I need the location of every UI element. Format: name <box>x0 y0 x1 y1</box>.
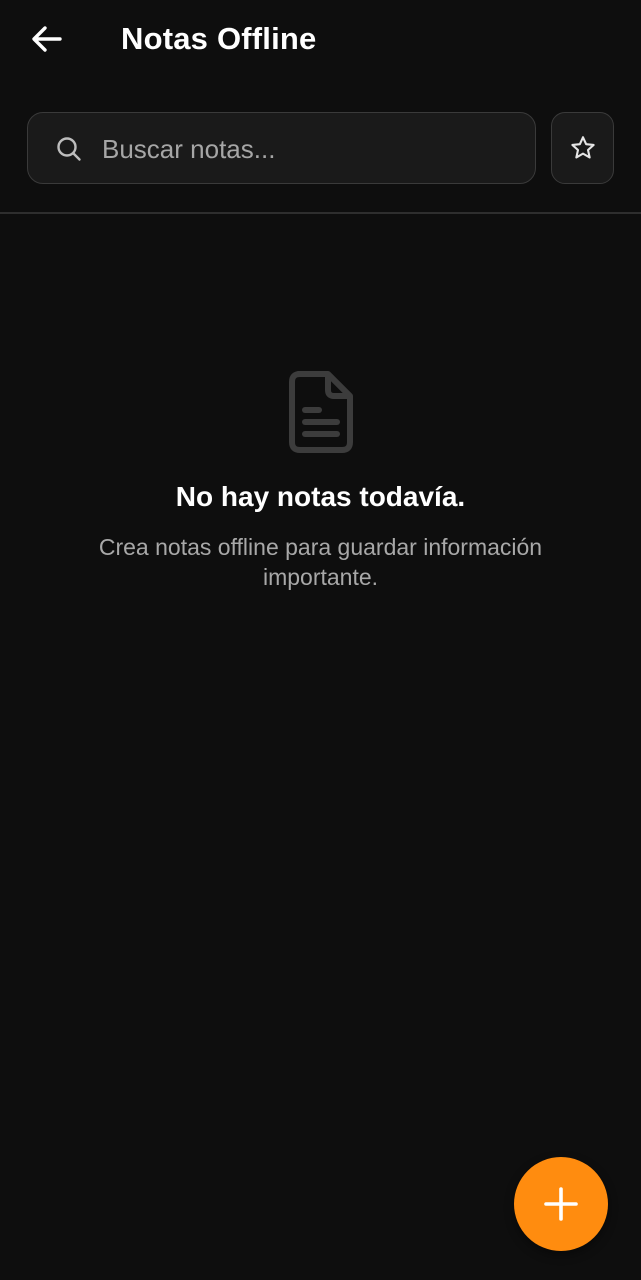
search-row <box>27 112 614 186</box>
search-box[interactable] <box>27 112 536 184</box>
search-input[interactable] <box>102 127 512 171</box>
empty-state-title: No hay notas todavía. <box>175 481 466 512</box>
plus-icon <box>544 1187 578 1221</box>
arrow-left-icon <box>32 26 62 52</box>
empty-state: No hay notas todavía. Crea notas offline… <box>0 370 641 592</box>
favorites-button[interactable] <box>551 112 614 184</box>
divider <box>0 212 641 214</box>
add-note-button[interactable] <box>514 1157 608 1251</box>
page-title: Notas Offline <box>121 21 317 56</box>
app-bar: Notas Offline <box>0 0 641 80</box>
document-icon <box>288 371 353 453</box>
notes-screen: Notas Offline No hay notas todavía. Crea… <box>0 0 641 1280</box>
back-button[interactable] <box>28 22 66 56</box>
empty-state-subtitle: Crea notas offline para guardar informac… <box>98 534 543 590</box>
star-outline-icon <box>570 136 595 159</box>
search-icon <box>57 137 81 161</box>
